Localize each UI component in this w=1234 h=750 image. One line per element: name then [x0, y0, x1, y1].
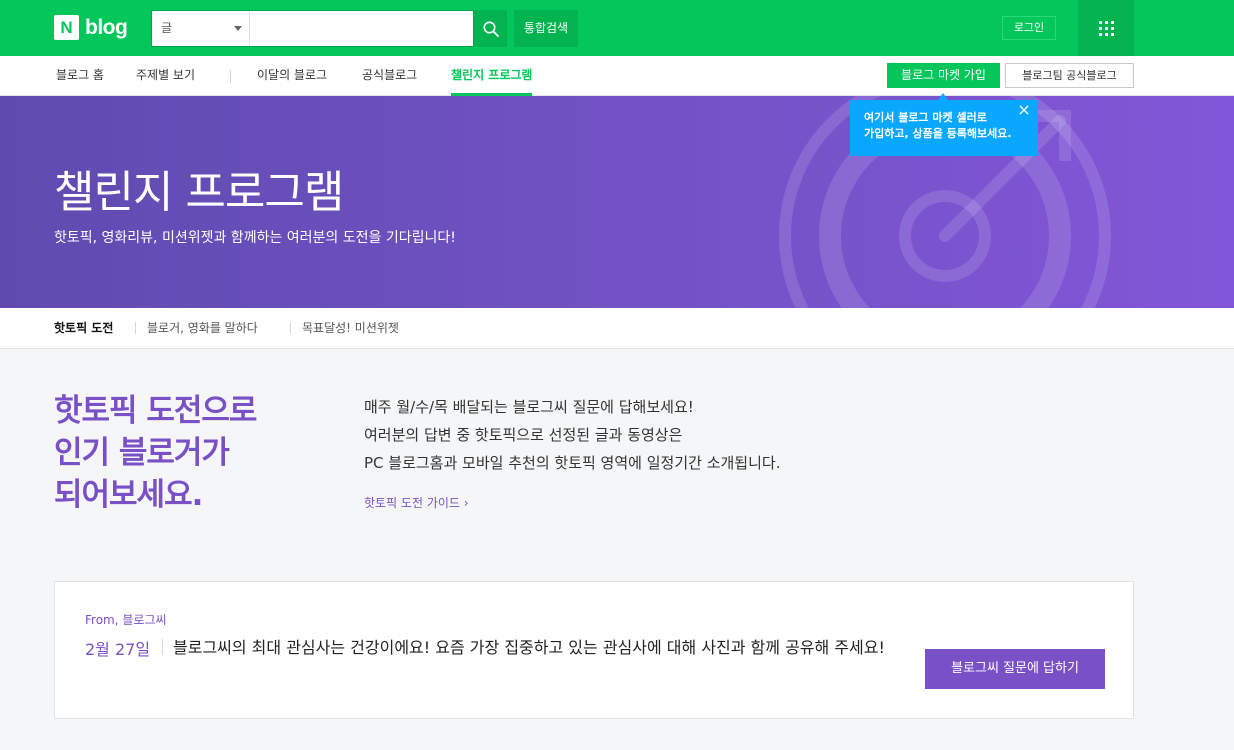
nav-divider	[230, 70, 231, 83]
nav-item-official-blogs[interactable]: 공식블로그	[362, 56, 417, 96]
tab-movie-talk[interactable]: 블로거, 영화를 말하다	[147, 308, 258, 349]
hero-subtitle: 핫토픽, 영화리뷰, 미션위젯과 함께하는 여러분의 도전을 기다립니다!	[54, 230, 456, 246]
tab-divider	[135, 322, 136, 334]
search-input[interactable]	[252, 11, 470, 46]
caret-down-icon	[234, 26, 242, 31]
nav-item-topics[interactable]: 주제별 보기	[136, 56, 195, 96]
top-bar: N blog 글 통합검색 로그인	[0, 0, 1234, 56]
tab-divider	[290, 322, 291, 334]
card-question: 블로그씨의 최대 관심사는 건강이에요! 요즘 가장 집중하고 있는 관심사에 …	[173, 638, 885, 657]
tooltip-line-1: 여기서 블로그 마켓 셀러로	[864, 111, 987, 124]
headline-line: 인기 블로거가	[54, 435, 230, 471]
hot-topic-guide-link[interactable]: 핫토픽 도전 가이드 ›	[364, 494, 469, 511]
close-icon[interactable]	[1018, 104, 1030, 116]
blogc-question-card: From, 블로그씨 2월 27일 블로그씨의 최대 관심사는 건강이에요! 요…	[54, 581, 1134, 719]
hero-banner: 챌린지 프로그램 핫토픽, 영화리뷰, 미션위젯과 함께하는 여러분의 도전을 …	[0, 96, 1234, 308]
description-line: 여러분의 답변 중 핫토픽으로 선정된 글과 동영상은	[364, 426, 683, 444]
blog-wordmark: blog	[85, 15, 128, 39]
naver-blog-logo[interactable]: N blog	[54, 15, 128, 40]
search-scope-value: 글	[161, 21, 173, 35]
nav-item-blog-of-month[interactable]: 이달의 블로그	[257, 56, 327, 96]
tab-hot-topic[interactable]: 핫토픽 도전	[54, 308, 113, 349]
nav-item-challenge-program[interactable]: 챌린지 프로그램	[451, 56, 533, 96]
description-line: PC 블로그홈과 모바일 추천의 핫토픽 영역에 일정기간 소개됩니다.	[364, 454, 781, 472]
blog-market-join-button[interactable]: 블로그 마켓 가입	[887, 63, 1000, 88]
market-tooltip: 여기서 블로그 마켓 셀러로 가입하고, 상품을 등록해보세요.	[850, 100, 1038, 156]
search-button[interactable]	[474, 10, 507, 47]
challenge-subtabs: 핫토픽 도전 블로거, 영화를 말하다 목표달성! 미션위젯	[0, 308, 1234, 349]
answer-question-button[interactable]: 블로그씨 질문에 답하기	[925, 649, 1105, 689]
tab-mission-widget[interactable]: 목표달성! 미션위젯	[302, 308, 399, 349]
card-from-label: From, 블로그씨	[85, 613, 167, 627]
search-icon	[483, 21, 499, 37]
search-box: 글	[151, 10, 474, 47]
grid-dots-icon	[1098, 20, 1114, 36]
blog-team-official-button[interactable]: 블로그팀 공식블로그	[1005, 63, 1134, 88]
intro-headline: 핫토픽 도전으로 인기 블로거가 되어보세요.	[54, 390, 257, 516]
nav-item-blog-home[interactable]: 블로그 홈	[56, 56, 104, 96]
hero-title: 챌린지 프로그램	[54, 167, 344, 218]
apps-menu-button[interactable]	[1078, 0, 1134, 56]
total-search-button[interactable]: 통합검색	[514, 10, 578, 47]
login-button[interactable]: 로그인	[1002, 16, 1056, 40]
intro-description: 매주 월/수/목 배달되는 블로그씨 질문에 답해보세요! 여러분의 답변 중 …	[364, 393, 780, 477]
search-scope-select[interactable]: 글	[152, 11, 250, 46]
tooltip-arrow	[938, 93, 948, 100]
headline-line: 핫토픽 도전으로	[54, 393, 257, 429]
tooltip-line-2: 가입하고, 상품을 등록해보세요.	[864, 127, 1012, 140]
naver-n-icon: N	[54, 15, 79, 40]
description-line: 매주 월/수/목 배달되는 블로그씨 질문에 답해보세요!	[364, 398, 694, 416]
headline-line: 되어보세요.	[54, 477, 203, 513]
